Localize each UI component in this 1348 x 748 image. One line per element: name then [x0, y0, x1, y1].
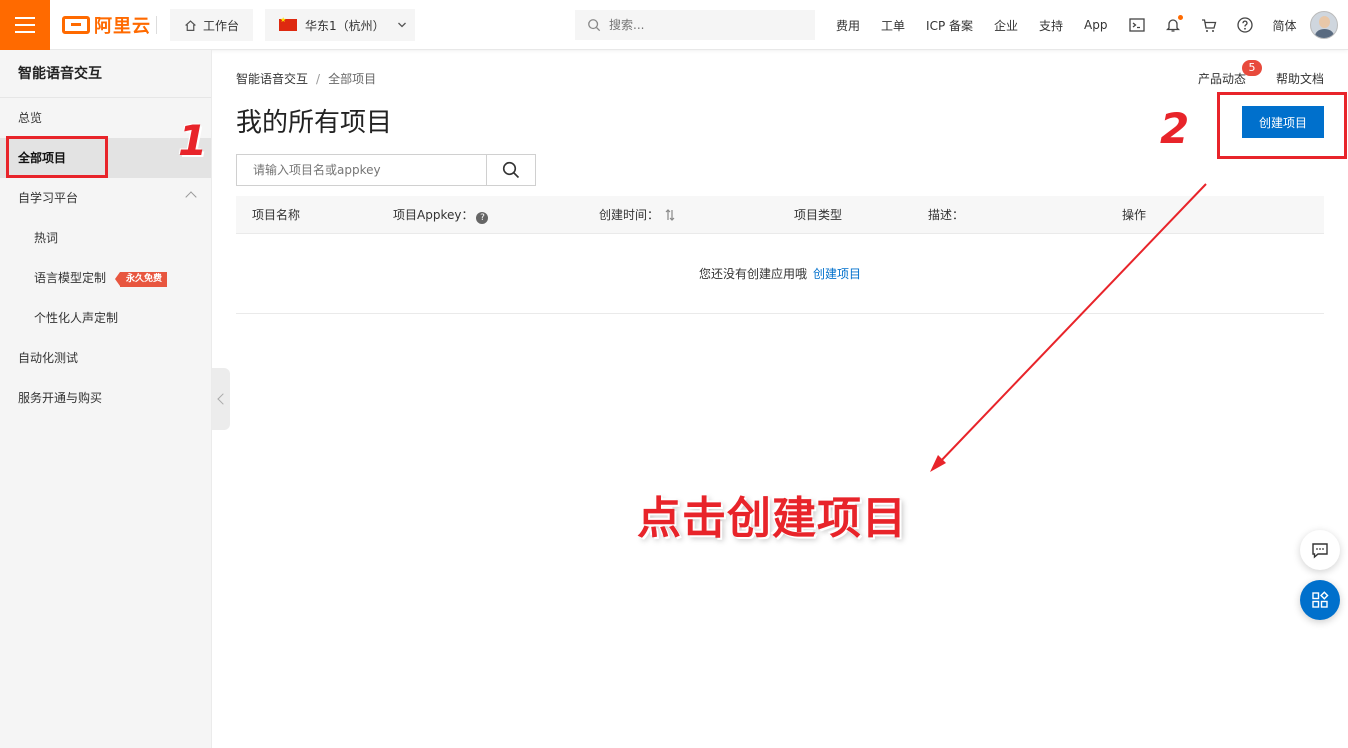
- apps-grid-icon: [1312, 591, 1329, 608]
- annotation-instruction: 点击创建项目: [637, 493, 907, 544]
- annotation-arrow-icon: [930, 183, 1207, 472]
- chat-float-button[interactable]: [1300, 530, 1340, 570]
- apps-float-button[interactable]: [1300, 580, 1340, 620]
- chat-icon: [1312, 543, 1328, 559]
